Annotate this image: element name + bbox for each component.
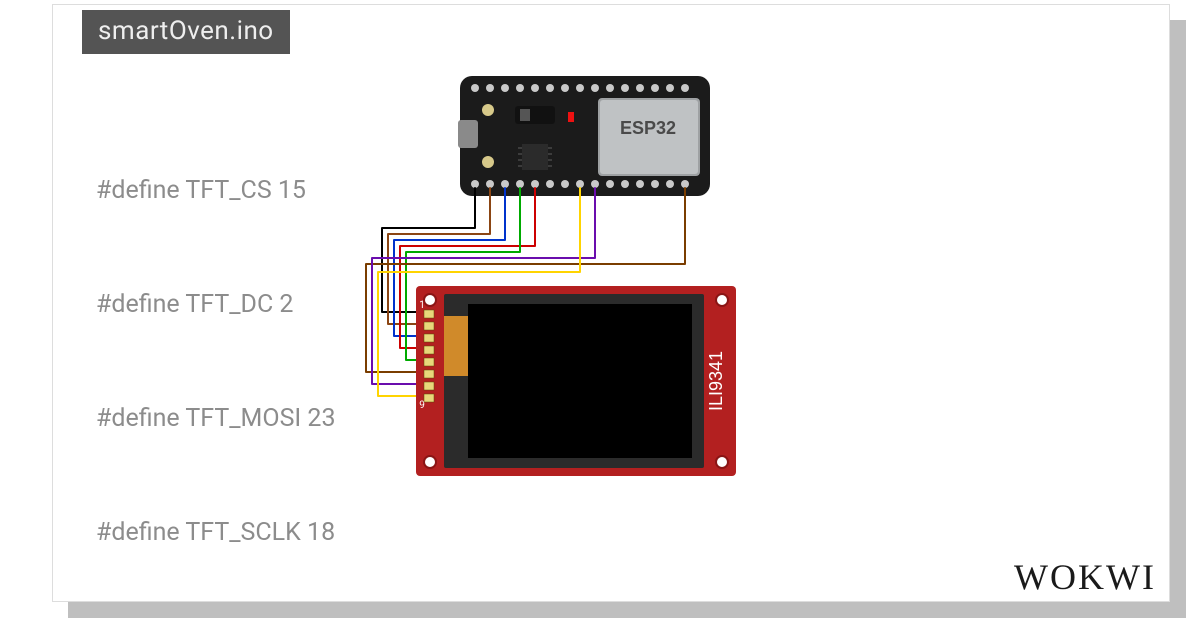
tft-display: 1 9 ILI9341 (416, 286, 736, 476)
wiring-diagram: ESP32 (350, 76, 810, 486)
code-line: #define TFT_SCLK 18 (96, 514, 1160, 552)
mcu-label: ESP32 (620, 118, 676, 138)
esp32-board: ESP32 (458, 76, 710, 196)
wiring-svg: ESP32 (350, 76, 810, 486)
file-tab-label: smartOven.ino (98, 16, 274, 46)
wokwi-watermark: WOKWi (1014, 556, 1156, 598)
display-driver-label: ILI9341 (706, 351, 726, 411)
file-tab: smartOven.ino (82, 10, 290, 54)
lcd-pin-start: 1 (419, 300, 425, 311)
watermark-text: WOKWi (1014, 557, 1156, 597)
